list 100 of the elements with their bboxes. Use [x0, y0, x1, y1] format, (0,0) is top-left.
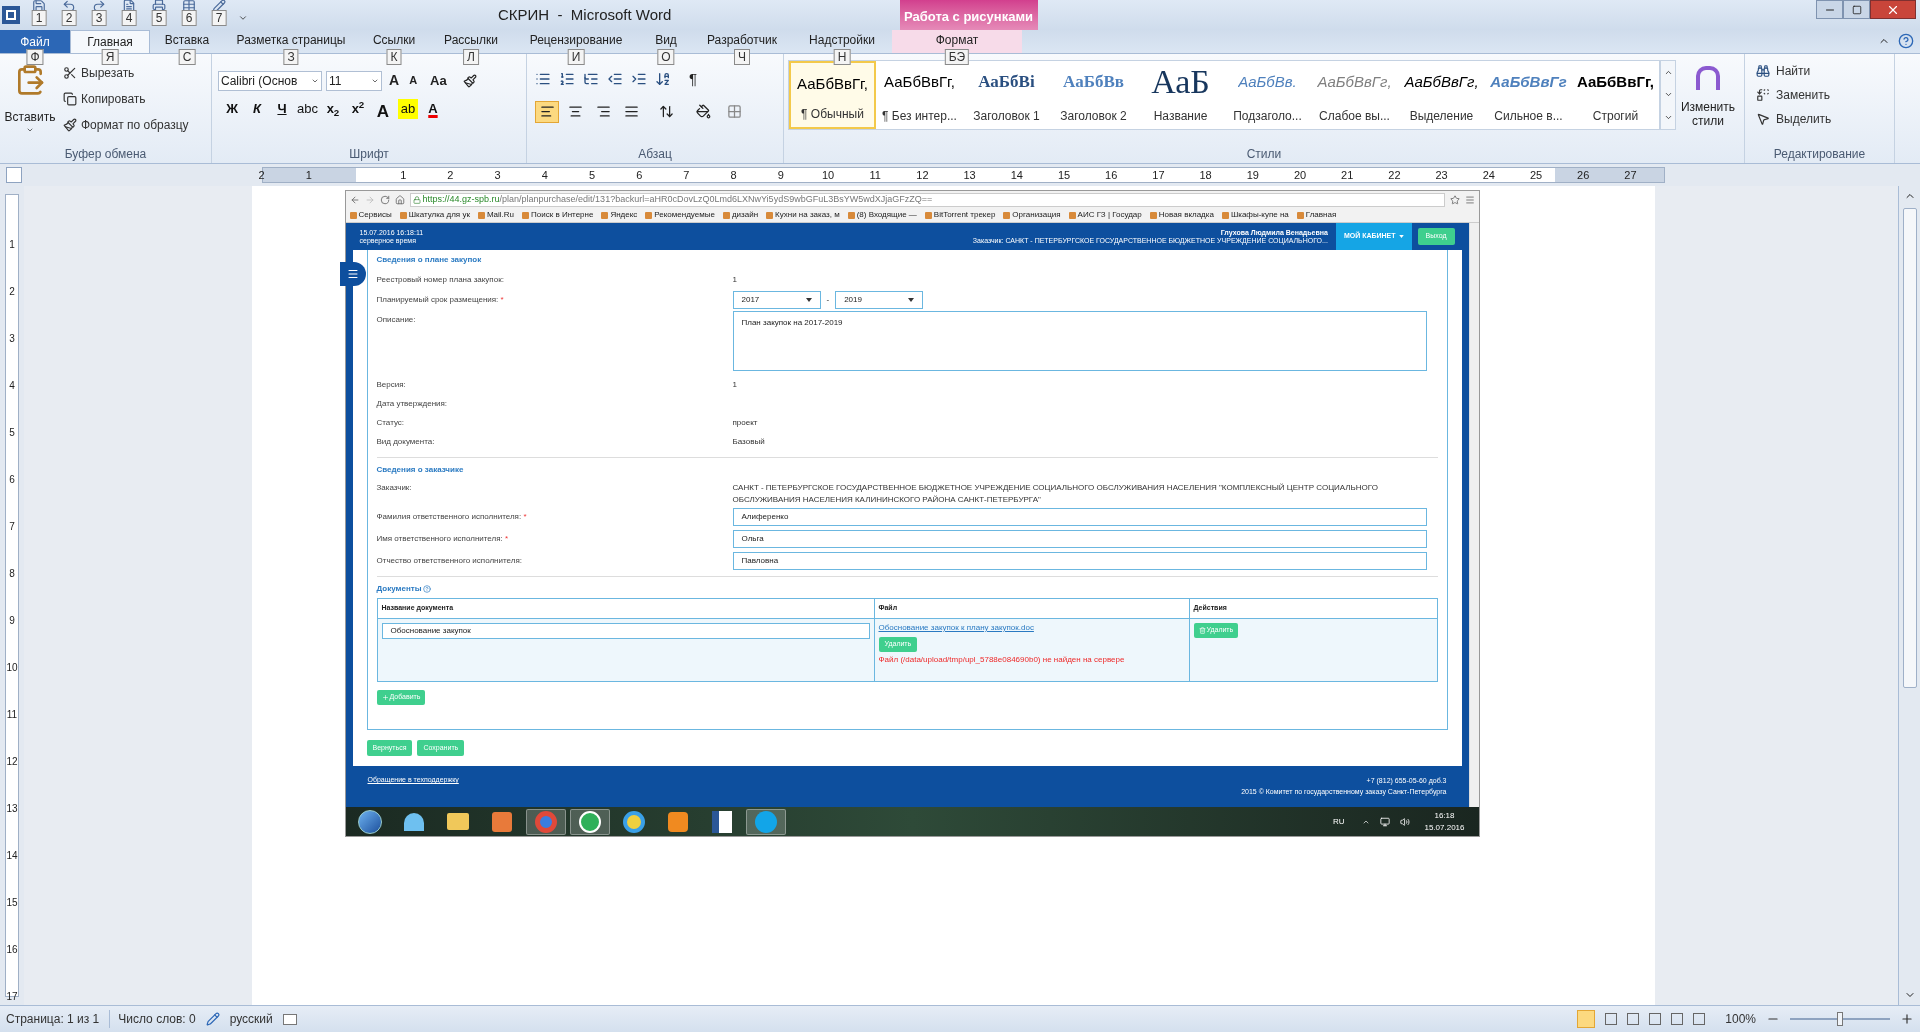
page-count[interactable]: Страница: 1 из 1 [6, 1010, 100, 1028]
bookmark-item[interactable]: Mail.Ru [477, 209, 515, 221]
bookmark-item[interactable]: АИС ГЗ | Государ [1068, 209, 1142, 221]
network-icon[interactable] [1380, 816, 1391, 827]
shading-icon[interactable] [696, 104, 711, 119]
windows-orb-icon[interactable] [357, 809, 382, 834]
page-scrollbar[interactable] [1468, 223, 1479, 807]
copy-button[interactable]: Копировать [60, 88, 192, 110]
word-count[interactable]: Число слов: 0 [109, 1010, 196, 1028]
year-select[interactable]: 2019 [835, 291, 924, 309]
bookmark-item[interactable]: Поиск в Интерне [522, 209, 594, 221]
bookmark-item[interactable]: Организация [1003, 209, 1061, 221]
view-icon[interactable] [1693, 1013, 1706, 1025]
file-tab[interactable]: Файл [0, 30, 70, 53]
font-size-field[interactable]: 11 [326, 70, 382, 91]
bookmark-item[interactable]: (8) Входящие — [847, 209, 917, 221]
toolbar-icon[interactable] [152, 0, 166, 13]
view-icon[interactable] [1605, 1013, 1618, 1025]
year-select[interactable]: 2017 [732, 291, 821, 309]
format-button[interactable]: ab [397, 99, 418, 119]
paragraph-tool-icon[interactable] [655, 71, 671, 88]
style-item[interactable]: АаБбВвГг, Строгий [1572, 61, 1659, 129]
maximize-button[interactable] [1843, 0, 1870, 19]
scrollbar-thumb[interactable] [1902, 208, 1917, 688]
style-item[interactable]: АаБбВвГг, Выделение [1398, 61, 1485, 129]
language-indicator[interactable]: RU [1332, 815, 1345, 828]
cut-button[interactable]: Вырезать [60, 62, 192, 84]
paragraph-tool-icon[interactable] [559, 71, 575, 88]
pilcrow-button[interactable]: ¶ [689, 68, 698, 91]
address-bar[interactable]: https://44.gz-spb.ru/plan/planpurchase/edit/131?backurl=aHR0cDovLzQ0Lmd6LXNwYi5ydS9wbGFuL3BsYW5wdXJjaGFzZQ== [409, 192, 1445, 207]
volume-icon[interactable] [1400, 816, 1411, 827]
clear-format-icon[interactable] [462, 73, 477, 88]
menu-button[interactable] [339, 262, 366, 286]
change-styles-button[interactable]: Изменить стили [1676, 54, 1740, 147]
view-icon[interactable] [1671, 1013, 1684, 1025]
reload-icon[interactable] [379, 194, 390, 205]
zoom-in-icon[interactable] [1900, 1012, 1914, 1026]
toolbar-icon[interactable] [62, 0, 76, 13]
toolbar-icon[interactable] [122, 0, 136, 13]
bookmark-item[interactable]: Главная [1296, 209, 1337, 221]
minimize-button[interactable] [1816, 0, 1843, 19]
back-icon[interactable] [349, 194, 360, 205]
home-icon[interactable] [394, 194, 405, 205]
document-icon[interactable] [711, 810, 732, 833]
text-field[interactable]: Ольга [732, 530, 1427, 548]
change-case-button[interactable]: Aa [424, 70, 453, 91]
bookmark-item[interactable]: Сервисы [349, 209, 392, 221]
word-logo-icon[interactable] [2, 6, 20, 24]
toolbar-icon[interactable] [32, 0, 46, 13]
zoom-level[interactable]: 100% [1725, 1010, 1756, 1028]
text-field[interactable]: Алиференко [732, 508, 1427, 526]
bookmark-item[interactable]: Шкафы-купе на [1221, 209, 1289, 221]
style-item[interactable]: АаБбВв Заголовок 2 [1050, 61, 1137, 129]
bookmark-item[interactable]: Новая вкладка [1149, 209, 1214, 221]
align-button[interactable] [535, 100, 559, 123]
style-item[interactable]: АаБбВвГг Сильное в... [1485, 61, 1572, 129]
replace-button[interactable]: Заменить [1753, 84, 1835, 106]
language-status[interactable]: русский [229, 1010, 273, 1028]
ribbon-tab[interactable]: Формат [892, 30, 1022, 53]
select-button[interactable]: Выделить [1753, 108, 1835, 130]
text-field[interactable]: Павловна [732, 552, 1427, 570]
bookmark-item[interactable]: Кухни на заказ, м [766, 209, 840, 221]
format-button[interactable]: abc [297, 99, 318, 119]
format-button[interactable]: Ч [272, 99, 292, 119]
grow-font-button[interactable]: A [386, 70, 403, 91]
help-icon[interactable] [1898, 33, 1914, 49]
borders-icon[interactable] [727, 104, 742, 119]
style-item[interactable]: АаБбВвГг, ¶ Обычный [789, 61, 876, 129]
bookmark-item[interactable]: дизайн [722, 209, 759, 221]
bookmark-star-icon[interactable] [1449, 194, 1460, 205]
format-button[interactable]: x$_{2}$ [322, 99, 343, 119]
close-button[interactable] [1870, 0, 1916, 19]
bookmark-item[interactable]: Рекомендуемые [645, 209, 715, 221]
view-icon[interactable] [1649, 1013, 1662, 1025]
format-button[interactable]: К [247, 99, 267, 119]
document-name-field[interactable]: Обоснование закупок [381, 623, 870, 639]
find-button[interactable]: Найти [1753, 60, 1835, 82]
format-button[interactable]: A [372, 99, 393, 119]
format-button[interactable]: Ж [222, 99, 242, 119]
line-spacing-icon[interactable] [659, 104, 674, 119]
tab-selector[interactable] [6, 167, 22, 183]
style-item[interactable]: АаБ Название [1137, 61, 1224, 129]
bookmark-item[interactable]: Яндекс [601, 209, 638, 221]
bookmark-item[interactable]: BitTorrent трекер [924, 209, 996, 221]
toolbar-icon[interactable] [212, 0, 226, 13]
ribbon-tab[interactable]: Главная [70, 30, 150, 53]
format-button[interactable]: A [422, 99, 443, 119]
folder-icon[interactable] [446, 813, 469, 830]
format-button[interactable]: x$^{2}$ [347, 99, 368, 119]
file-link[interactable]: Обоснование закупок к плану закупок.doc [878, 622, 1034, 634]
taskbar-button[interactable] [569, 808, 610, 835]
shrink-font-button[interactable]: A [406, 72, 421, 89]
view-icon[interactable] [1627, 1013, 1640, 1025]
style-item[interactable]: АаБбВвГг, Слабое вы... [1311, 61, 1398, 129]
style-item[interactable]: АаБбВв. Подзаголо... [1224, 61, 1311, 129]
format-painter-button[interactable]: Формат по образцу [60, 114, 192, 136]
toolbar-icon[interactable] [182, 0, 196, 13]
bookmark-item[interactable]: Шкатулка для ук [399, 209, 470, 221]
font-name-field[interactable]: Calibri (Основ [218, 70, 322, 91]
zoom-slider-thumb[interactable] [1837, 1012, 1843, 1026]
